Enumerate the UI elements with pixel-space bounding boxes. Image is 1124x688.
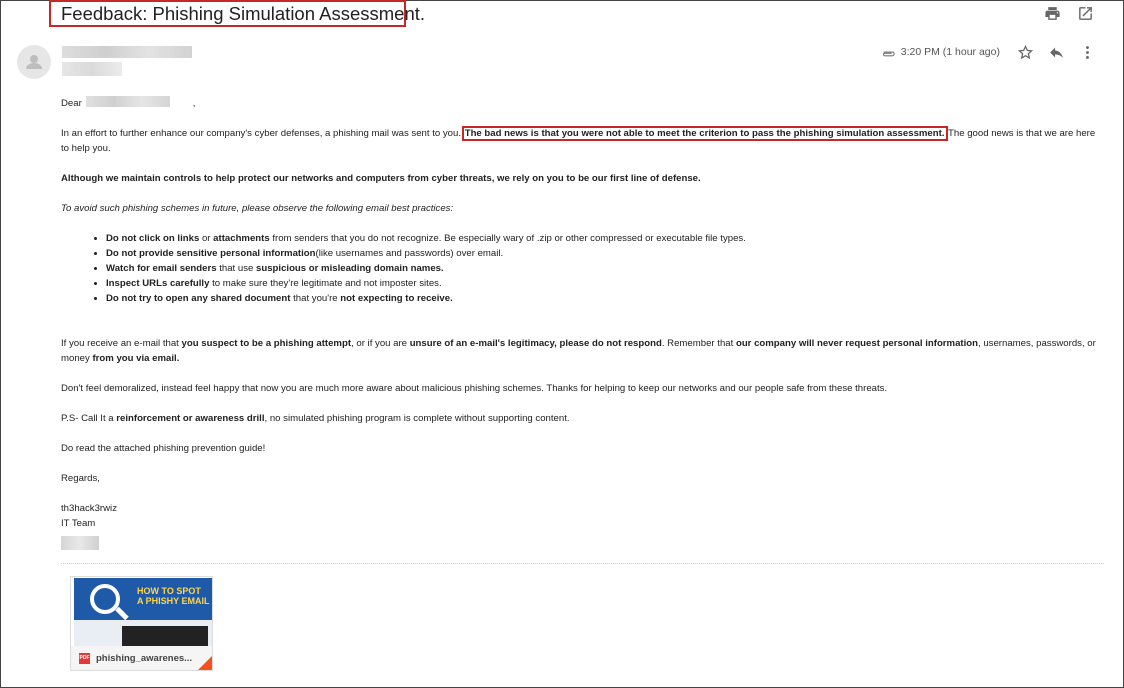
highlighted-bad-news: The bad news is that you were not able t… — [461, 126, 948, 141]
message-actions — [1017, 44, 1096, 61]
regards: Regards, — [61, 473, 100, 484]
signature-team: IT Team — [61, 518, 96, 529]
attachment-filename: phishing_awarenes... — [96, 652, 193, 664]
best-practices-list: Do not click on links or attachments fro… — [61, 231, 1096, 306]
open-in-new-icon[interactable] — [1077, 5, 1094, 22]
star-icon[interactable] — [1017, 44, 1034, 61]
pdf-icon: PDF — [79, 652, 90, 664]
sender-name-redacted — [62, 46, 192, 58]
attachment-card[interactable]: HOW TO SPOT A PHISHY EMAIL PDF phishing_a… — [70, 576, 213, 671]
email-time: 3:20 PM (1 hour ago) — [900, 46, 1000, 58]
person-icon — [26, 55, 42, 69]
sender-email-redacted — [62, 62, 122, 76]
attachment-thumbnail: HOW TO SPOT A PHISHY EMAIL — [74, 578, 212, 648]
print-icon[interactable] — [1044, 5, 1061, 22]
list-item: Inspect URLs carefully to make sure they… — [106, 276, 1096, 291]
top-toolbar — [1044, 5, 1094, 22]
sender-avatar[interactable] — [17, 45, 51, 79]
more-vert-icon[interactable] — [1079, 44, 1096, 61]
suspect-paragraph: If you receive an e-mail that you suspec… — [61, 338, 1096, 364]
list-item: Do not click on links or attachments fro… — [106, 231, 1096, 246]
thumb-title: HOW TO SPOT A PHISHY EMAIL — [137, 586, 210, 606]
email-subject: Feedback: Phishing Simulation Assessment… — [61, 3, 426, 24]
practices-intro: To avoid such phishing schemes in future… — [61, 203, 454, 214]
list-item: Do not provide sensitive personal inform… — [106, 246, 1096, 261]
page-fold-icon — [198, 656, 212, 670]
guide-paragraph: Do read the attached phishing prevention… — [61, 443, 266, 454]
reply-icon[interactable] — [1048, 44, 1065, 61]
attachments-divider — [61, 563, 1104, 564]
ps-paragraph: P.S- Call It a reinforcement or awarenes… — [61, 413, 570, 424]
attachment-footer: PDF phishing_awarenes... — [71, 646, 212, 670]
defense-paragraph: Although we maintain controls to help pr… — [61, 173, 701, 184]
demoralized-paragraph: Don't feel demoralized, instead feel hap… — [61, 383, 888, 394]
signature-redacted — [61, 536, 99, 550]
paperclip-icon — [882, 51, 895, 57]
intro-paragraph: In an effort to further enhance our comp… — [61, 126, 1096, 154]
email-body: Dear, In an effort to further enhance ou… — [61, 96, 1096, 531]
email-meta: 3:20 PM (1 hour ago) — [881, 46, 1000, 58]
signature-name: th3hack3rwiz — [61, 503, 117, 514]
list-item: Do not try to open any shared document t… — [106, 291, 1096, 306]
list-item: Watch for email senders that use suspici… — [106, 261, 1096, 276]
greeting: Dear, — [61, 98, 196, 109]
